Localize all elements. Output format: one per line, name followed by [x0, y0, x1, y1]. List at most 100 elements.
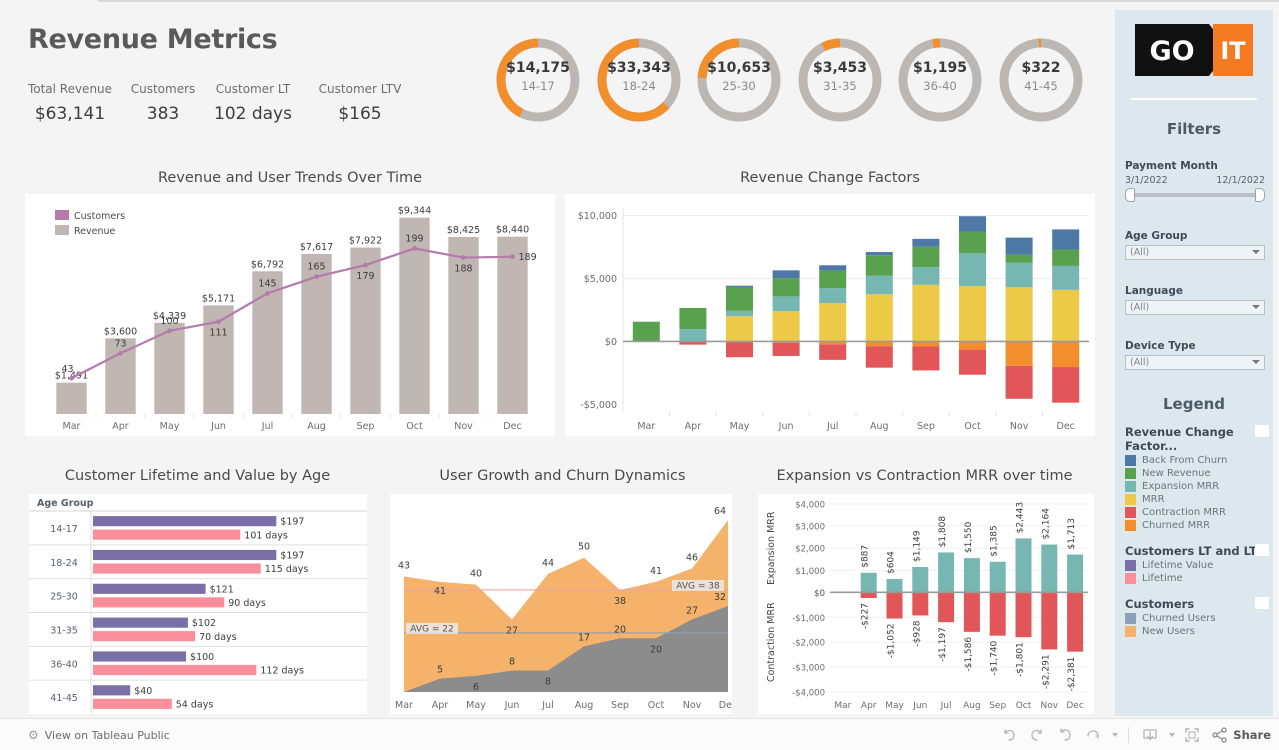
lifetime-value-bar[interactable]	[93, 685, 131, 696]
chevron-down-icon[interactable]	[1252, 305, 1260, 309]
revenue-change-factors-plot[interactable]: $10,000 $5,000 $0 -$5,000 Mar Apr May Jun Jul Aug…	[565, 194, 1095, 436]
stack-segment-new-revenue[interactable]	[865, 255, 893, 276]
stack-segment-new-revenue[interactable]	[679, 307, 707, 330]
lifetime-value-bar[interactable]	[93, 651, 187, 662]
revert-button[interactable]	[1052, 722, 1078, 748]
donut-age-41-45[interactable]: $322 41-45	[995, 34, 1087, 126]
lifetime-value-bar[interactable]	[93, 583, 206, 594]
date-range-slider[interactable]	[1125, 188, 1265, 202]
stack-segment-mrr[interactable]	[912, 284, 940, 342]
legend-item[interactable]: Expansion MRR	[1125, 481, 1273, 492]
language-select[interactable]: (All)	[1125, 300, 1265, 315]
device-type-select[interactable]: (All)	[1125, 355, 1265, 370]
revenue-bar[interactable]	[497, 236, 528, 414]
contraction-bar[interactable]	[989, 592, 1006, 636]
stack-segment-expansion-mrr[interactable]	[958, 253, 987, 287]
customer-lifetime-plot[interactable]: Age Group 14-17 $197 101 days 18-24 $197 115 d…	[29, 494, 367, 714]
chevron-down-icon[interactable]	[1111, 733, 1118, 737]
customers-point[interactable]	[265, 290, 270, 296]
donut-age-18-24[interactable]: $33,343 18-24	[593, 34, 685, 126]
stack-segment-back-from-churn[interactable]	[772, 270, 800, 279]
contraction-bar[interactable]	[886, 592, 903, 619]
refresh-menu-caret[interactable]	[1108, 722, 1120, 748]
stack-segment-back-from-churn[interactable]	[819, 265, 847, 271]
customers-point[interactable]	[461, 255, 466, 260]
lifetime-bar[interactable]	[93, 664, 257, 676]
lifetime-bar[interactable]	[93, 631, 196, 642]
donut-age-36-40[interactable]: $1,195 36-40	[894, 34, 986, 126]
stack-segment-contraction-mrr[interactable]	[958, 349, 987, 375]
expansion-bar[interactable]	[989, 561, 1006, 593]
stack-segment-new-revenue[interactable]	[772, 278, 800, 297]
refresh-button[interactable]	[1080, 722, 1106, 748]
legend-item[interactable]: Lifetime Value	[1125, 560, 1273, 571]
filter-language[interactable]: Language (All)	[1125, 285, 1265, 315]
stack-segment-mrr[interactable]	[819, 303, 847, 342]
lifetime-bar[interactable]	[93, 597, 225, 608]
undo-button[interactable]	[996, 722, 1022, 748]
download-button[interactable]	[1137, 722, 1163, 748]
stack-segment-back-from-churn[interactable]	[865, 252, 893, 256]
stack-segment-new-revenue[interactable]	[1005, 254, 1033, 263]
customers-line[interactable]	[71, 247, 513, 380]
legend-item[interactable]: Lifetime	[1125, 573, 1273, 584]
fullscreen-button[interactable]	[1179, 722, 1205, 748]
legend-card-button[interactable]	[1255, 597, 1269, 609]
stack-segment-expansion-mrr[interactable]	[912, 267, 940, 285]
expansion-bar[interactable]	[938, 552, 955, 593]
donut-age-14-17[interactable]: $14,175 14-17	[492, 34, 584, 126]
lifetime-bar[interactable]	[93, 529, 241, 540]
mrr-plot[interactable]: $4,000 $3,000 $2,000 $1,000 $0 $0 -$1,000 -$2,0…	[758, 494, 1094, 714]
contraction-bar[interactable]	[1015, 592, 1032, 638]
chevron-down-icon[interactable]	[1252, 360, 1260, 364]
expansion-bar[interactable]	[1041, 544, 1058, 593]
customers-point[interactable]	[314, 274, 319, 280]
stack-segment-new-revenue[interactable]	[912, 246, 940, 268]
customers-point[interactable]	[412, 246, 417, 251]
stack-segment-new-revenue[interactable]	[958, 231, 987, 254]
contraction-bar[interactable]	[860, 592, 877, 599]
filter-payment-month[interactable]: Payment Month 3/1/2022 12/1/2022	[1125, 160, 1265, 202]
stack-segment-contraction-mrr[interactable]	[725, 342, 754, 358]
donut-age-25-30[interactable]: $10,653 25-30	[693, 34, 785, 126]
redo-button[interactable]	[1024, 722, 1050, 748]
stack-segment-back-from-churn[interactable]	[1005, 237, 1033, 255]
stack-segment-mrr[interactable]	[1005, 287, 1033, 342]
customers-point[interactable]	[216, 319, 221, 325]
expansion-bar[interactable]	[1067, 554, 1084, 593]
lifetime-value-bar[interactable]	[93, 617, 188, 628]
stack-segment-mrr[interactable]	[958, 286, 987, 342]
lifetime-bar[interactable]	[93, 563, 261, 574]
stack-segment-mrr[interactable]	[725, 316, 754, 342]
stack-segment-contraction-mrr[interactable]	[865, 346, 893, 368]
revenue-bar[interactable]	[105, 338, 136, 414]
customers-point[interactable]	[167, 328, 172, 334]
stack-segment-new-revenue[interactable]	[632, 321, 660, 342]
expansion-bar[interactable]	[860, 572, 877, 593]
legend-item[interactable]: New Revenue	[1125, 468, 1273, 479]
expansion-bar[interactable]	[912, 566, 929, 593]
stack-segment-expansion-mrr[interactable]	[1005, 262, 1033, 288]
stack-segment-contraction-mrr[interactable]	[819, 344, 847, 360]
stack-segment-contraction-mrr[interactable]	[912, 346, 940, 371]
lifetime-value-bar[interactable]	[93, 516, 277, 527]
stack-segment-contraction-mrr[interactable]	[1005, 365, 1033, 399]
legend-card-button[interactable]	[1255, 425, 1269, 437]
chevron-down-icon[interactable]	[1252, 250, 1260, 254]
age-group-select[interactable]: (All)	[1125, 245, 1265, 260]
stack-segment-mrr[interactable]	[865, 294, 893, 342]
legend-item[interactable]: Churned Users	[1125, 613, 1273, 624]
user-growth-plot[interactable]: AVG = 38 AVG = 22 43 41 40 27 44 50 38 41 46 64 5 6 8 8…	[390, 494, 737, 714]
contraction-bar[interactable]	[1041, 592, 1058, 650]
legend-item[interactable]: Back From Churn	[1125, 455, 1273, 466]
expansion-bar[interactable]	[886, 579, 903, 593]
revenue-bar[interactable]	[56, 382, 87, 414]
revenue-trends-plot[interactable]: $1,491$3,600$4,339$5,171$6,792$7,617$7,9…	[25, 194, 555, 436]
stack-segment-new-revenue[interactable]	[725, 286, 754, 311]
stack-segment-back-from-churn[interactable]	[1052, 229, 1080, 250]
stack-segment-expansion-mrr[interactable]	[865, 275, 893, 295]
stack-segment-new-revenue[interactable]	[1052, 249, 1080, 266]
slider-handle-left[interactable]	[1125, 188, 1135, 202]
customers-point[interactable]	[118, 350, 123, 356]
contraction-bar[interactable]	[938, 592, 955, 623]
